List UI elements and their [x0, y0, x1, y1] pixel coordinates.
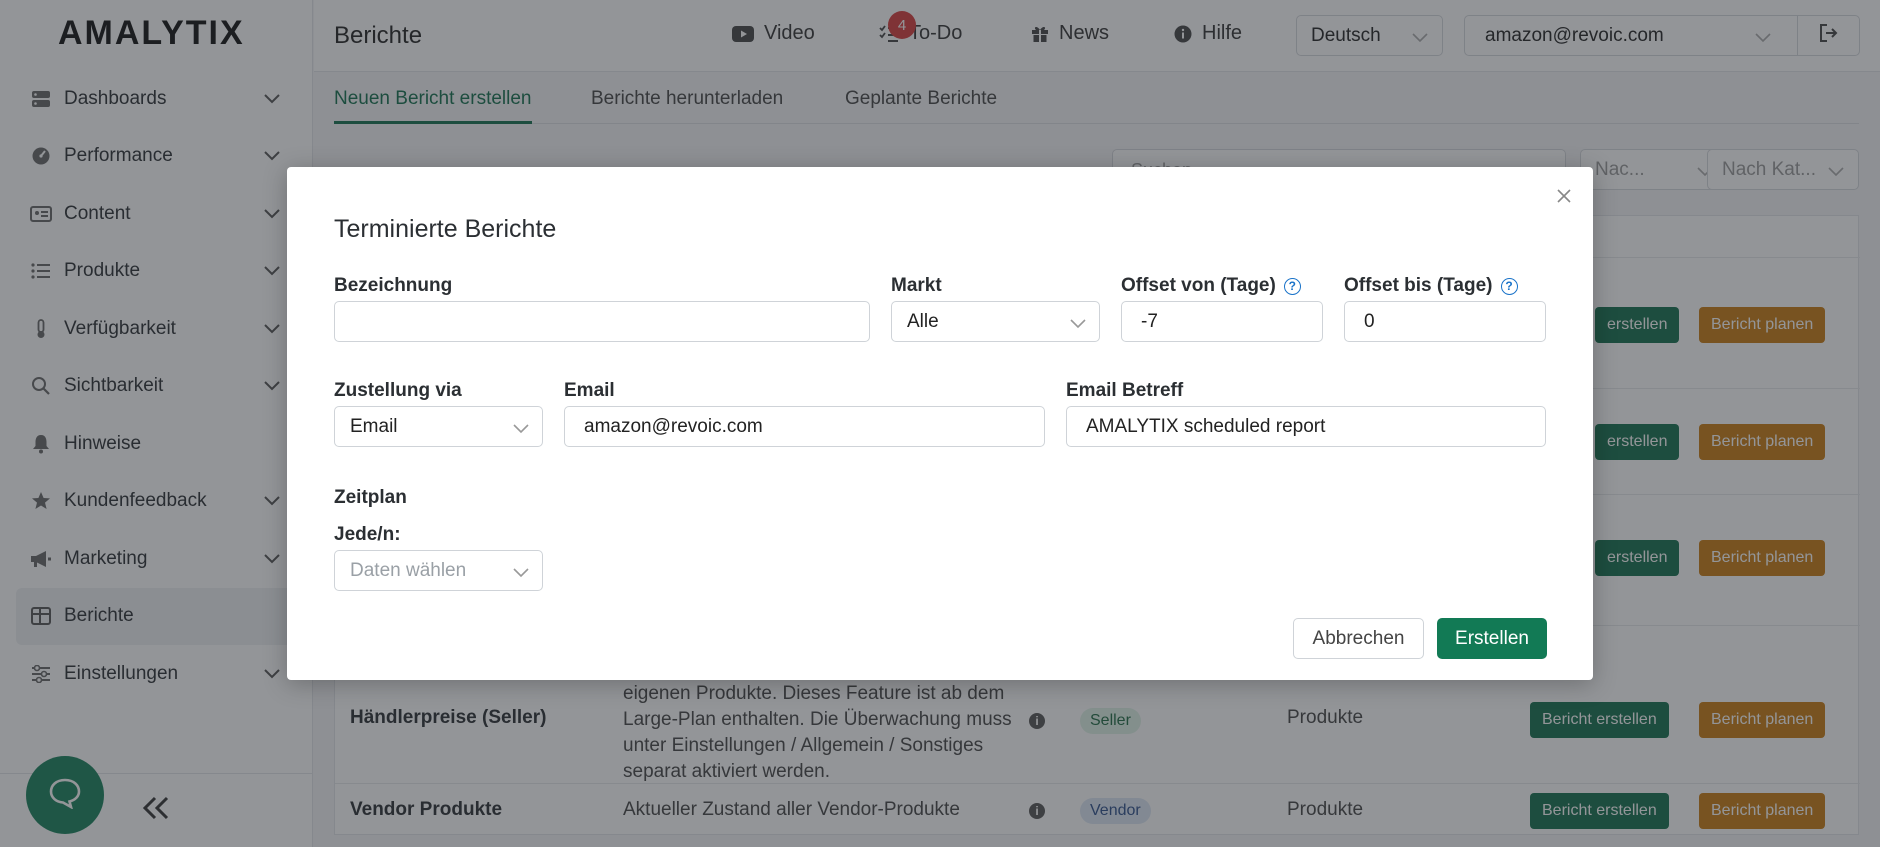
chevron-down-icon: [1070, 313, 1086, 335]
markt-label: Markt: [891, 275, 942, 296]
question-circle-icon[interactable]: ?: [1283, 277, 1301, 295]
cancel-button[interactable]: Abbrechen: [1293, 618, 1424, 659]
bezeichnung-label: Bezeichnung: [334, 275, 453, 296]
offset-bis-label: Offset bis (Tage) ?: [1344, 275, 1518, 297]
close-button[interactable]: [1550, 184, 1578, 212]
markt-select-value: Alle: [907, 311, 939, 332]
email-betreff-label: Email Betreff: [1066, 380, 1184, 401]
offset-von-label-text: Offset von (Tage): [1121, 275, 1276, 296]
markt-select[interactable]: Alle: [891, 301, 1100, 342]
offset-von-input[interactable]: [1121, 301, 1323, 342]
offset-von-label: Offset von (Tage) ?: [1121, 275, 1301, 297]
email-label: Email: [564, 380, 615, 401]
bezeichnung-input[interactable]: [334, 301, 870, 342]
scheduled-report-dialog: Terminierte Berichte Bezeichnung Markt A…: [287, 167, 1593, 680]
chevron-down-icon: [513, 562, 529, 584]
zustellung-select[interactable]: Email: [334, 406, 543, 447]
offset-bis-label-text: Offset bis (Tage): [1344, 275, 1493, 296]
zustellung-label: Zustellung via: [334, 380, 462, 401]
email-input[interactable]: [564, 406, 1045, 447]
create-button[interactable]: Erstellen: [1437, 618, 1547, 659]
zeitplan-heading: Zeitplan: [334, 487, 407, 508]
zustellung-select-value: Email: [350, 416, 398, 437]
schedule-interval-select[interactable]: Daten wählen: [334, 550, 543, 591]
email-betreff-input[interactable]: [1066, 406, 1546, 447]
dialog-title: Terminierte Berichte: [334, 215, 557, 243]
chevron-down-icon: [513, 418, 529, 440]
offset-bis-input[interactable]: [1344, 301, 1546, 342]
close-icon: [1556, 188, 1572, 209]
question-circle-icon[interactable]: ?: [1500, 277, 1518, 295]
schedule-interval-placeholder: Daten wählen: [350, 560, 467, 581]
jede-label: Jede/n:: [334, 524, 401, 545]
